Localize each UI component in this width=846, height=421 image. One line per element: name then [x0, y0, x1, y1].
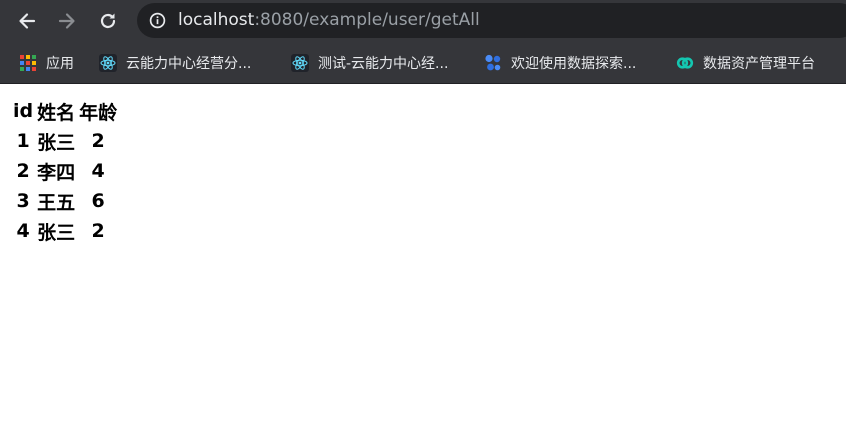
cell-name: 张三: [37, 221, 76, 244]
bookmark-apps[interactable]: 应用: [19, 51, 74, 75]
column-header-id: id: [13, 100, 34, 122]
apps-grid-icon: [20, 55, 36, 71]
users-table: id 姓名 年龄 1 张三 2 2 李四 4 3 王五 6 4 张三 2: [10, 96, 120, 246]
back-button[interactable]: [13, 7, 41, 35]
data-explore-icon: [485, 54, 501, 71]
react-icon: [99, 54, 117, 72]
table-row: 3 王五 6: [12, 186, 118, 216]
reload-button[interactable]: [94, 7, 122, 35]
cell-id: 3: [16, 190, 30, 212]
bookmark-label: 欢迎使用数据探索...: [511, 56, 637, 72]
table-row: 1 张三 2: [12, 126, 118, 156]
cell-age: 6: [91, 190, 105, 212]
arrow-left-icon: [19, 13, 36, 29]
table-header-row: id 姓名 年龄: [12, 96, 118, 126]
cell-id: 4: [16, 220, 30, 242]
bookmark-data-asset[interactable]: 数据资产管理平台: [676, 51, 815, 75]
info-icon[interactable]: [149, 12, 166, 29]
url-path: :8080/example/user/getAll: [254, 10, 480, 30]
bookmark-label: 应用: [46, 56, 74, 72]
column-header-age: 年龄: [79, 101, 118, 124]
bookmark-label: 测试-云能力中心经...: [318, 56, 449, 72]
bookmark-test-yunneng[interactable]: 测试-云能力中心经...: [291, 51, 448, 75]
table-row: 4 张三 2: [12, 216, 118, 246]
cell-name: 王五: [37, 191, 76, 214]
bookmark-label: 数据资产管理平台: [703, 56, 815, 72]
arrow-right-icon: [58, 13, 75, 29]
table-row: 2 李四 4: [12, 156, 118, 186]
data-asset-icon: [676, 57, 694, 69]
browser-toolbar: localhost:8080/example/user/getAll: [0, 0, 846, 42]
bookmark-yunneng-jingying[interactable]: 云能力中心经营分...: [99, 51, 251, 75]
reload-icon: [100, 13, 116, 29]
cell-name: 李四: [37, 161, 76, 184]
page-content: id 姓名 年龄 1 张三 2 2 李四 4 3 王五 6 4 张三 2: [10, 96, 120, 246]
address-bar[interactable]: localhost:8080/example/user/getAll: [137, 3, 846, 38]
cell-age: 4: [91, 160, 105, 182]
url-host: localhost: [178, 10, 255, 30]
cell-age: 2: [91, 130, 105, 152]
bookmark-data-explore[interactable]: 欢迎使用数据探索...: [484, 51, 636, 75]
cell-id: 2: [16, 160, 30, 182]
bookmark-label: 云能力中心经营分...: [126, 56, 252, 72]
forward-button[interactable]: [53, 7, 81, 35]
cell-id: 1: [16, 130, 30, 152]
cell-name: 张三: [37, 131, 76, 154]
react-icon: [291, 54, 309, 72]
bookmarks-bar: 应用 云能力中心经营分... 测试-云能力中心经... 欢迎使用数据探索...: [0, 42, 846, 84]
url-text[interactable]: localhost:8080/example/user/getAll: [178, 10, 480, 31]
column-header-name: 姓名: [37, 101, 76, 124]
cell-age: 2: [91, 220, 105, 242]
